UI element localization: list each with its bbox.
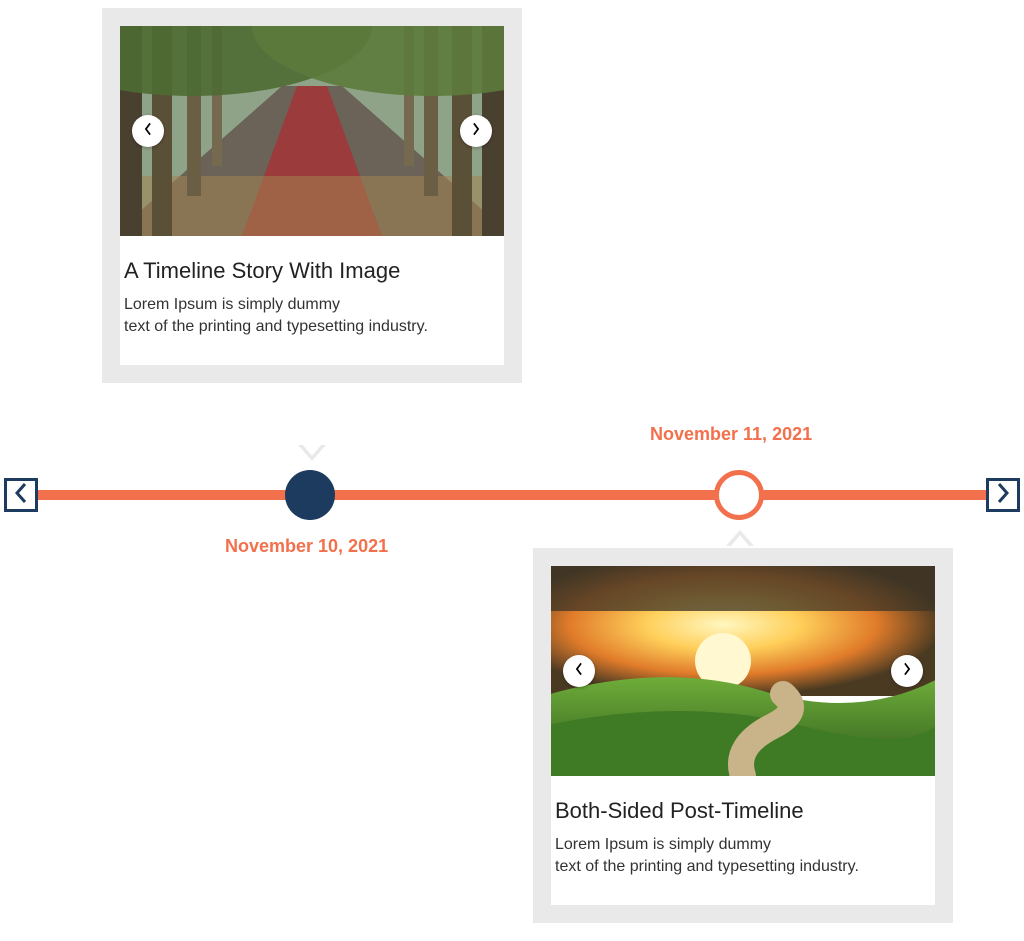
card-title: Both-Sided Post-Timeline [551, 776, 935, 834]
timeline-prev-button[interactable] [4, 478, 38, 512]
timeline-date-0: November 10, 2021 [225, 536, 388, 557]
timeline-node-0[interactable] [285, 470, 335, 520]
card-image-next-button[interactable] [460, 115, 492, 147]
card-image-prev-button[interactable] [563, 655, 595, 687]
card-image-prev-button[interactable] [132, 115, 164, 147]
card-image-0 [120, 26, 504, 236]
chevron-right-icon [902, 662, 912, 681]
chevron-right-icon [996, 483, 1010, 508]
card-connector-1 [726, 530, 754, 546]
timeline-card-0: A Timeline Story With Image Lorem Ipsum … [102, 8, 522, 383]
card-body: Lorem Ipsum is simply dummy text of the … [120, 294, 504, 337]
card-body: Lorem Ipsum is simply dummy text of the … [551, 834, 935, 877]
chevron-left-icon [143, 122, 153, 141]
chevron-left-icon [14, 483, 28, 508]
timeline-node-1[interactable] [714, 470, 764, 520]
timeline-next-button[interactable] [986, 478, 1020, 512]
timeline-date-1: November 11, 2021 [650, 424, 812, 445]
chevron-right-icon [471, 122, 481, 141]
card-image-1 [551, 566, 935, 776]
timeline-axis [30, 490, 994, 500]
chevron-left-icon [574, 662, 584, 681]
card-connector-0 [298, 445, 326, 461]
timeline-card-1: Both-Sided Post-Timeline Lorem Ipsum is … [533, 548, 953, 923]
card-title: A Timeline Story With Image [120, 236, 504, 294]
card-image-next-button[interactable] [891, 655, 923, 687]
